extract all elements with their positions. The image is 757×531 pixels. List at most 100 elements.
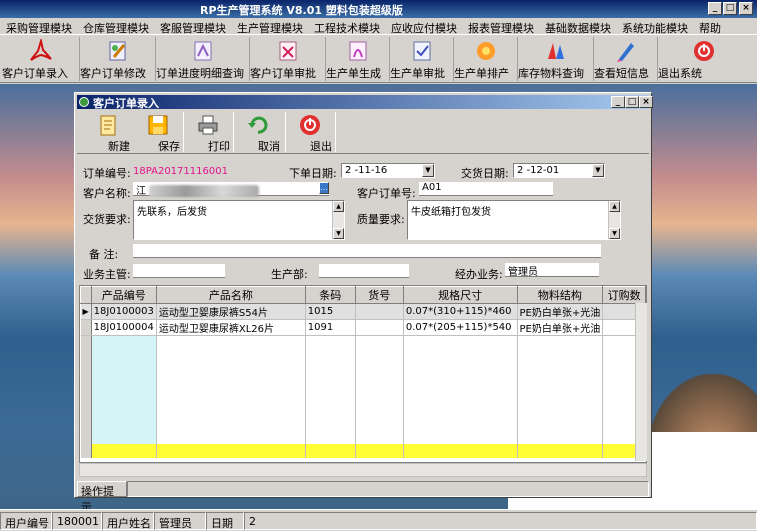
app-icon bbox=[79, 97, 89, 107]
delivery-requirement-label: 交货要求: bbox=[83, 213, 131, 226]
column-header-product-no[interactable]: 产品编号 bbox=[90, 286, 157, 304]
new-document-icon bbox=[100, 115, 116, 136]
toolbar-order-edit-button[interactable]: 客户订单修改 bbox=[80, 37, 156, 81]
user-name-label: 用户姓名 bbox=[102, 512, 154, 530]
menu-basic-data[interactable]: 基础数据模块 bbox=[539, 18, 616, 35]
schedule-icon bbox=[476, 42, 495, 60]
chevron-down-icon[interactable]: ▼ bbox=[592, 164, 604, 177]
window-toolbar: 新建 保存 打印 取消 退出 bbox=[77, 110, 649, 154]
app-title: RP生产管理系统 V8.01 塑料包装超级版 bbox=[200, 4, 403, 17]
main-toolbar: 客户订单录入 客户订单修改 订单进度明细查询 客户订单审批 生产单生成 生产单审… bbox=[0, 35, 757, 83]
order-entry-window: 客户订单录入 _ □ × 新建 保存 打印 取消 退出 订单编号: 18PA20… bbox=[74, 92, 653, 514]
customer-name-field[interactable]: 江 … bbox=[133, 182, 329, 197]
user-name-value: 管理员 bbox=[154, 512, 206, 530]
window-maximize-button[interactable]: □ bbox=[625, 96, 639, 108]
approve-icon bbox=[413, 41, 430, 61]
redacted-text bbox=[149, 185, 260, 197]
exit-icon bbox=[694, 41, 714, 61]
delivery-requirement-scrollbar[interactable]: ▲ ▼ bbox=[332, 201, 344, 239]
handler-field[interactable]: 管理员 bbox=[505, 263, 599, 278]
column-header-material[interactable]: 物料结构 bbox=[516, 286, 604, 304]
menu-reports[interactable]: 报表管理模块 bbox=[462, 18, 539, 35]
toolbar-exit-system-button[interactable]: 退出系统 bbox=[658, 37, 750, 81]
printer-icon bbox=[198, 115, 218, 135]
scroll-down-icon[interactable]: ▼ bbox=[333, 228, 344, 239]
quality-requirement-field[interactable]: 牛皮纸箱打包发货 ▲ ▼ bbox=[407, 200, 621, 240]
order-no-value: 18PA20171116001 bbox=[133, 166, 228, 177]
toolbar-order-progress-button[interactable]: 订单进度明细查询 bbox=[156, 37, 250, 81]
maximize-button[interactable]: □ bbox=[723, 2, 737, 15]
window-close-button[interactable]: × bbox=[639, 96, 653, 108]
production-dept-label: 生产部: bbox=[271, 268, 308, 281]
customer-po-field[interactable]: A01 bbox=[419, 182, 553, 196]
grid-vertical-scrollbar[interactable] bbox=[635, 303, 647, 461]
window-minimize-button[interactable]: _ bbox=[611, 96, 625, 108]
hint-bar: 操作提示 bbox=[77, 481, 649, 514]
menu-help[interactable]: 帮助 bbox=[693, 18, 726, 35]
menu-purchase[interactable]: 采购管理模块 bbox=[0, 18, 77, 35]
exit-icon bbox=[300, 115, 320, 135]
production-dept-field[interactable] bbox=[319, 264, 409, 278]
pdf-icon bbox=[29, 39, 52, 61]
menu-customer-service[interactable]: 客服管理模块 bbox=[154, 18, 231, 35]
stock-icon bbox=[547, 43, 564, 59]
status-bar: 用户编号 180001 用户姓名 管理员 日期 2 bbox=[0, 509, 757, 531]
approve-icon bbox=[279, 41, 296, 61]
menu-system[interactable]: 系统功能模块 bbox=[616, 18, 693, 35]
print-button[interactable]: 打印 bbox=[185, 112, 231, 153]
cancel-button[interactable]: 取消 bbox=[235, 112, 281, 153]
lookup-icon[interactable]: … bbox=[319, 182, 329, 194]
toolbar-order-approve-button[interactable]: 客户订单审批 bbox=[250, 37, 326, 81]
grid-horizontal-scrollbar[interactable] bbox=[79, 463, 647, 477]
close-button[interactable]: × bbox=[739, 2, 753, 15]
customer-name-label: 客户名称: bbox=[83, 187, 131, 200]
toolbar-stock-query-button[interactable]: 库存物料查询 bbox=[518, 37, 594, 81]
save-icon bbox=[148, 115, 168, 135]
order-items-table: 产品编号 产品名称 条码 货号 规格尺寸 物料结构 订购数 ▶ 18J01000… bbox=[80, 286, 646, 458]
toolbar-order-entry-button[interactable]: 客户订单录入 bbox=[2, 37, 80, 81]
scroll-down-icon[interactable]: ▼ bbox=[609, 228, 620, 239]
customer-po-label: 客户订单号: bbox=[357, 187, 416, 200]
user-no-value: 180001 bbox=[52, 512, 102, 530]
column-header-item-no[interactable]: 货号 bbox=[354, 286, 404, 304]
menu-warehouse[interactable]: 仓库管理模块 bbox=[77, 18, 154, 35]
column-header-barcode[interactable]: 条码 bbox=[304, 286, 356, 304]
query-icon bbox=[194, 41, 211, 61]
toolbar-production-generate-button[interactable]: 生产单生成 bbox=[326, 37, 390, 81]
order-no-label: 订单编号: bbox=[83, 167, 131, 180]
scroll-up-icon[interactable]: ▲ bbox=[609, 201, 620, 212]
save-button[interactable]: 保存 bbox=[135, 112, 181, 153]
remark-field[interactable] bbox=[133, 244, 601, 258]
delivery-requirement-field[interactable]: 先联系，后发货 ▲ ▼ bbox=[133, 200, 345, 240]
table-header-row: 产品编号 产品名称 条码 货号 规格尺寸 物料结构 订购数 bbox=[80, 286, 646, 304]
menu-engineering[interactable]: 工程技术模块 bbox=[308, 18, 385, 35]
table-row[interactable]: 18J0100004 运动型卫婴康尿裤XL26片 1091 0.07*(205+… bbox=[80, 319, 646, 336]
new-button[interactable]: 新建 bbox=[85, 112, 131, 153]
delivery-date-picker[interactable]: 2 -12-01 ▼ bbox=[513, 163, 605, 178]
chevron-down-icon[interactable]: ▼ bbox=[422, 164, 434, 177]
column-header-quantity[interactable]: 订购数 bbox=[602, 286, 646, 304]
window-title: 客户订单录入 bbox=[93, 97, 159, 110]
table-row[interactable]: ▶ 18J0100003 运动型卫婴康尿裤S54片 1015 0.07*(310… bbox=[80, 303, 646, 320]
handler-label: 经办业务: bbox=[455, 268, 503, 281]
scroll-up-icon[interactable]: ▲ bbox=[333, 201, 344, 212]
quality-requirement-scrollbar[interactable]: ▲ ▼ bbox=[608, 201, 620, 239]
minimize-button[interactable]: _ bbox=[708, 2, 722, 15]
menu-receivable-payable[interactable]: 应收应付模块 bbox=[385, 18, 462, 35]
exit-button[interactable]: 退出 bbox=[287, 112, 333, 153]
user-no-label: 用户编号 bbox=[0, 512, 52, 530]
toolbar-production-schedule-button[interactable]: 生产单排产 bbox=[454, 37, 518, 81]
menu-production[interactable]: 生产管理模块 bbox=[231, 18, 308, 35]
column-header-product-name[interactable]: 产品名称 bbox=[155, 286, 306, 304]
toolbar-messages-button[interactable]: 查看短信息 bbox=[594, 37, 658, 81]
toolbar-production-approve-button[interactable]: 生产单审批 bbox=[390, 37, 454, 81]
order-date-picker[interactable]: 2 -11-16 ▼ bbox=[341, 163, 435, 178]
row-pointer-icon: ▶ bbox=[80, 303, 92, 320]
order-entry-window-title-bar[interactable]: 客户订单录入 _ □ × bbox=[77, 95, 653, 110]
hint-text bbox=[127, 481, 649, 497]
order-items-grid: 产品编号 产品名称 条码 货号 规格尺寸 物料结构 订购数 ▶ 18J01000… bbox=[79, 285, 647, 463]
quality-requirement-label: 质量要求: bbox=[357, 213, 405, 226]
sales-manager-field[interactable] bbox=[133, 264, 225, 278]
sales-manager-label: 业务主管: bbox=[83, 268, 131, 281]
column-header-spec[interactable]: 规格尺寸 bbox=[402, 286, 518, 304]
